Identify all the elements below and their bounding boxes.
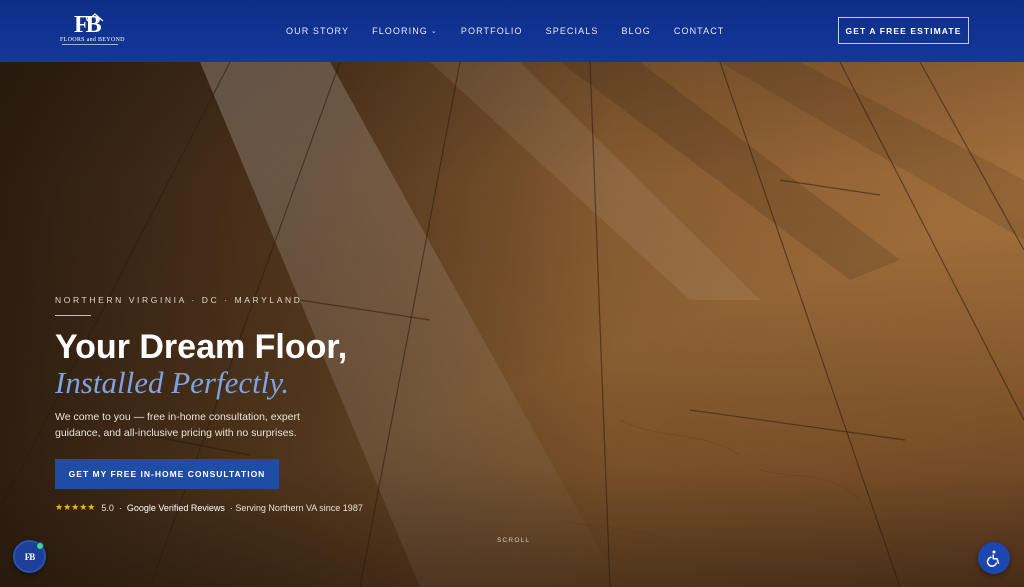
review-source: Google Verified Reviews (126, 502, 225, 513)
review-separator: · (118, 502, 122, 513)
wood-floor-image (0, 61, 1024, 587)
consultation-cta-button[interactable]: GET MY FREE IN-HOME CONSULTATION (55, 459, 279, 489)
online-status-dot (36, 542, 44, 550)
eyebrow-divider (55, 315, 91, 316)
hero-headline: Your Dream Floor, (55, 328, 348, 366)
chat-icon: FB (24, 551, 35, 562)
free-estimate-button[interactable]: GET A FREE ESTIMATE (838, 17, 969, 44)
star-rating-icon: ★★★★★ (55, 502, 96, 512)
nav-flooring[interactable]: FLOORING ⌄ (372, 26, 438, 36)
nav-our-story[interactable]: OUR STORY (286, 26, 349, 36)
review-tagline: · Serving Northern VA since 1987 (229, 502, 363, 513)
hero-subcopy: We come to you — free in-home consultati… (55, 411, 300, 439)
service-area-eyebrow: NORTHERN VIRGINIA · DC · MARYLAND (55, 295, 303, 305)
logo-text: FLOORS and BEYOND (60, 37, 125, 43)
scroll-indicator[interactable]: SCROLL (497, 537, 530, 544)
accessibility-icon (986, 550, 1000, 567)
house-icon (86, 13, 104, 22)
nav-blog[interactable]: BLOG (621, 26, 650, 36)
nav-specials[interactable]: SPECIALS (546, 26, 599, 36)
nav-contact[interactable]: CONTACT (674, 26, 725, 36)
logo-divider (62, 44, 118, 45)
accessibility-button[interactable] (978, 542, 1010, 574)
main-nav: OUR STORY FLOORING ⌄ PORTFOLIO SPECIALS B… (286, 0, 747, 62)
nav-portfolio[interactable]: PORTFOLIO (461, 26, 523, 36)
hero-background (0, 0, 1024, 587)
site-header: FB FLOORS and BEYOND OUR STORY FLOORING ⌄… (0, 0, 1024, 62)
brand-logo[interactable]: FB FLOORS and BEYOND (60, 13, 125, 47)
chevron-down-icon: ⌄ (430, 28, 438, 35)
hero-headline-accent: Installed Perfectly. (55, 365, 290, 400)
reviews-strip: ★★★★★ 5.0 · Google Verified Reviews · Se… (55, 502, 363, 513)
rating-value: 5.0 (101, 502, 114, 513)
